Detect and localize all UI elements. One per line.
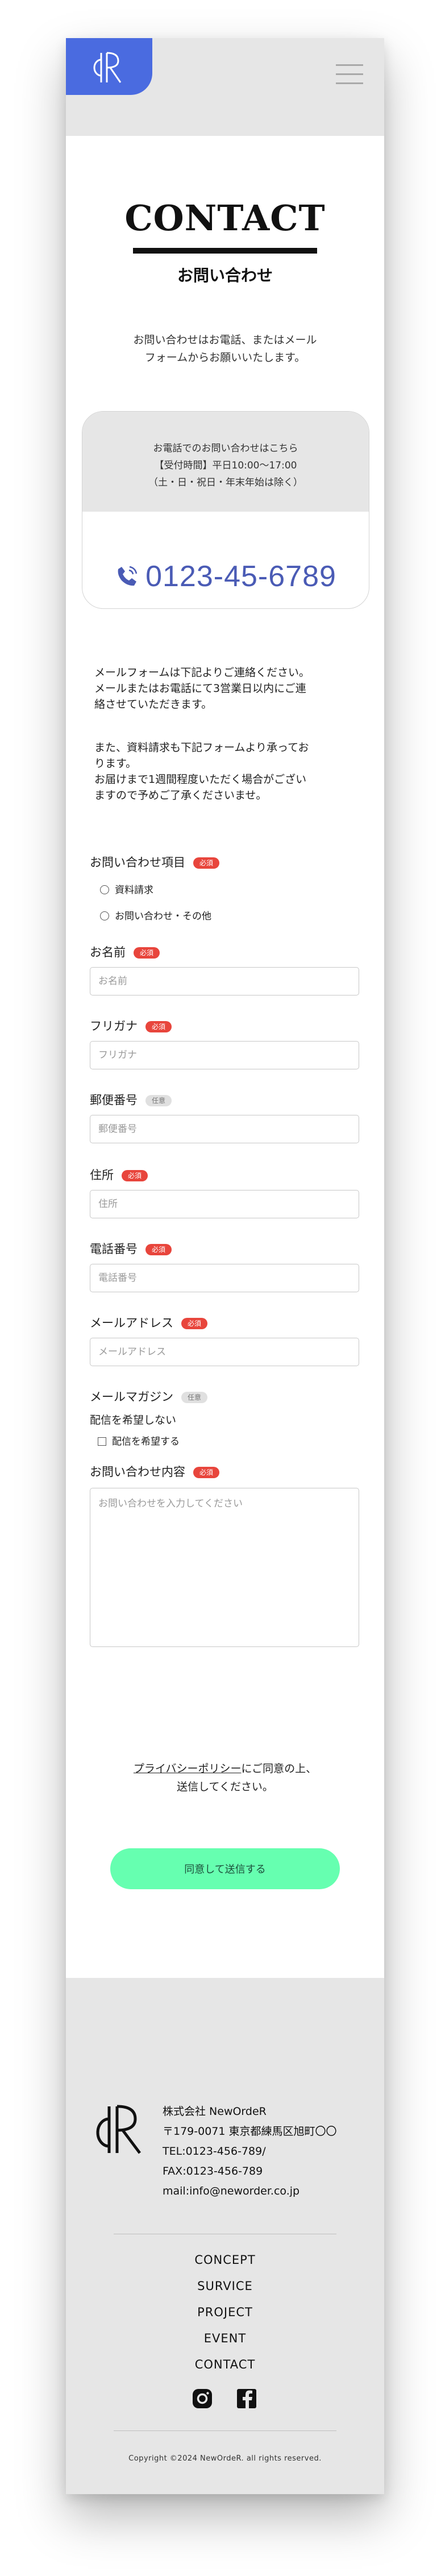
phone-icon [118, 566, 138, 586]
page-subtitle: お問い合わせ [177, 266, 273, 285]
note-line: ますので予めご了承くださいませ。 [94, 789, 267, 802]
radio-label: お問い合わせ・その他 [115, 911, 211, 922]
zip-label: 郵便番号 任意 [90, 1091, 172, 1108]
radio-option-document[interactable]: 資料請求 [100, 882, 153, 896]
footer-nav-contact[interactable]: CONTACT [66, 2358, 384, 2371]
form-note-1: メールフォームは下記よりご連絡ください。 メールまたはお電話にて3営業日以内にご… [94, 665, 361, 712]
inquiry-type-label: お問い合わせ項目 必須 [90, 853, 220, 870]
message-label: お問い合わせ内容 必須 [90, 1463, 220, 1480]
label-text: お問い合わせ項目 [90, 856, 185, 869]
note-line: お届けまで1週間程度いただく場合がござい [94, 773, 307, 786]
privacy-policy-link[interactable]: プライバシーポリシー [134, 1762, 242, 1775]
submit-button[interactable]: 同意して送信する [110, 1848, 340, 1889]
optional-badge: 任意 [145, 1095, 172, 1106]
radio-label: 資料請求 [115, 885, 153, 896]
footer-nav-concept[interactable]: CONCEPT [66, 2253, 384, 2267]
label-text: 電話番号 [90, 1242, 138, 1256]
footer-divider [114, 2430, 336, 2431]
label-text: フリガナ [90, 1019, 138, 1033]
page-canvas: CONTACT お問い合わせ お問い合わせはお電話、またはメール フォームからお… [0, 0, 441, 2576]
instagram-icon[interactable] [191, 2387, 214, 2410]
company-fax: FAX:0123-456-789 [163, 2165, 263, 2177]
required-badge: 必須 [134, 947, 160, 959]
site-header [66, 38, 384, 136]
address-label: 住所 必須 [90, 1166, 148, 1183]
required-badge: 必須 [193, 857, 220, 869]
copyright-text: Copyright ©2024 NewOrdeR. all rights res… [128, 2454, 322, 2463]
logo-link[interactable] [66, 38, 152, 95]
checkbox-label: 配信を希望する [112, 1436, 180, 1447]
label-text: メールアドレス [90, 1316, 173, 1330]
phone-number: 0123-45-6789 [145, 560, 336, 593]
radio-icon [100, 885, 109, 894]
email-label: メールアドレス 必須 [90, 1314, 208, 1331]
note-line: ります。 [94, 757, 137, 770]
phone-number-link[interactable]: 0123-45-6789 [82, 559, 369, 594]
checkbox-icon [98, 1437, 106, 1446]
title-underline [133, 248, 317, 254]
footer-nav-project[interactable]: PROJECT [66, 2305, 384, 2319]
radio-icon [100, 911, 109, 920]
phone-contact-card: お電話でのお問い合わせはこちら 【受付時間】平日10:00～17:00 （土・日… [82, 411, 369, 609]
label-text: 住所 [90, 1168, 114, 1182]
company-info: 株式会社 NewOrdeR 〒179-0071 東京都練馬区旭町〇〇 TEL:0… [163, 2102, 337, 2201]
phone-card-line: （土・日・祝日・年末年始は除く） [148, 477, 303, 488]
company-address: 〒179-0071 東京都練馬区旭町〇〇 [163, 2125, 337, 2138]
company-mail[interactable]: mail:info@neworder.co.jp [163, 2181, 337, 2201]
zip-input[interactable] [90, 1115, 359, 1143]
phone-input[interactable] [90, 1264, 359, 1292]
hamburger-menu-icon[interactable] [336, 64, 363, 85]
company-tel[interactable]: TEL:0123-456-789/ [163, 2142, 337, 2162]
required-badge: 必須 [122, 1170, 148, 1181]
footer-nav-event[interactable]: EVENT [66, 2332, 384, 2345]
note-line: 絡させていただきます。 [94, 698, 213, 711]
company-name: 株式会社 NewOrdeR [163, 2105, 267, 2118]
logo-icon [93, 52, 122, 83]
label-text: メールマガジン [90, 1390, 173, 1404]
form-note-2: また、資料請求も下記フォームより承ってお ります。 お届けまで1週間程度いただく… [94, 740, 361, 803]
magazine-value: 配信を希望しない [90, 1414, 177, 1426]
privacy-text: にご同意の上、 [241, 1762, 317, 1775]
furigana-input[interactable] [90, 1041, 359, 1069]
phone-label: 電話番号 必須 [90, 1240, 172, 1257]
furigana-label: フリガナ 必須 [90, 1017, 172, 1034]
facebook-icon[interactable] [235, 2387, 258, 2410]
phone-card-line: 【受付時間】平日10:00～17:00 [154, 460, 297, 471]
mobile-page: CONTACT お問い合わせ お問い合わせはお電話、またはメール フォームからお… [66, 38, 384, 2494]
email-input[interactable] [90, 1338, 359, 1366]
required-badge: 必須 [181, 1318, 208, 1329]
address-input[interactable] [90, 1190, 359, 1218]
page-title: CONTACT [124, 197, 326, 239]
name-input[interactable] [90, 967, 359, 995]
intro-text: お問い合わせはお電話、またはメール フォームからお願いいたします。 [89, 331, 361, 367]
site-footer: 株式会社 NewOrdeR 〒179-0071 東京都練馬区旭町〇〇 TEL:0… [66, 1978, 384, 2494]
name-label: お名前 必須 [90, 943, 160, 960]
radio-option-other[interactable]: お問い合わせ・その他 [100, 908, 211, 922]
required-badge: 必須 [145, 1021, 172, 1032]
note-line: メールフォームは下記よりご連絡ください。 [94, 666, 310, 679]
intro-line: お問い合わせはお電話、またはメール [133, 334, 317, 346]
footer-nav-service[interactable]: SURVICE [66, 2279, 384, 2293]
privacy-consent-text: プライバシーポリシーにご同意の上、 送信してください。 [66, 1760, 384, 1796]
phone-card-info: お電話でのお問い合わせはこちら 【受付時間】平日10:00～17:00 （土・日… [82, 412, 369, 512]
footer-logo-icon [96, 2105, 141, 2154]
magazine-checkbox[interactable]: 配信を希望する [98, 1433, 180, 1447]
privacy-line: プライバシーポリシーにご同意の上、 [66, 1760, 384, 1778]
intro-line: フォームからお願いいたします。 [144, 351, 306, 364]
message-textarea[interactable] [90, 1488, 359, 1647]
optional-badge: 任意 [181, 1392, 208, 1403]
label-text: お名前 [90, 945, 126, 959]
magazine-label: メールマガジン 任意 [90, 1388, 208, 1405]
privacy-line: 送信してください。 [177, 1781, 273, 1793]
note-line: また、資料請求も下記フォームより承ってお [94, 741, 309, 754]
required-badge: 必須 [193, 1467, 220, 1478]
phone-card-line: お電話でのお問い合わせはこちら [153, 443, 298, 454]
note-line: メールまたはお電話にて3営業日以内にご連 [94, 682, 306, 695]
label-text: お問い合わせ内容 [90, 1465, 185, 1479]
required-badge: 必須 [145, 1244, 172, 1255]
label-text: 郵便番号 [90, 1093, 138, 1107]
